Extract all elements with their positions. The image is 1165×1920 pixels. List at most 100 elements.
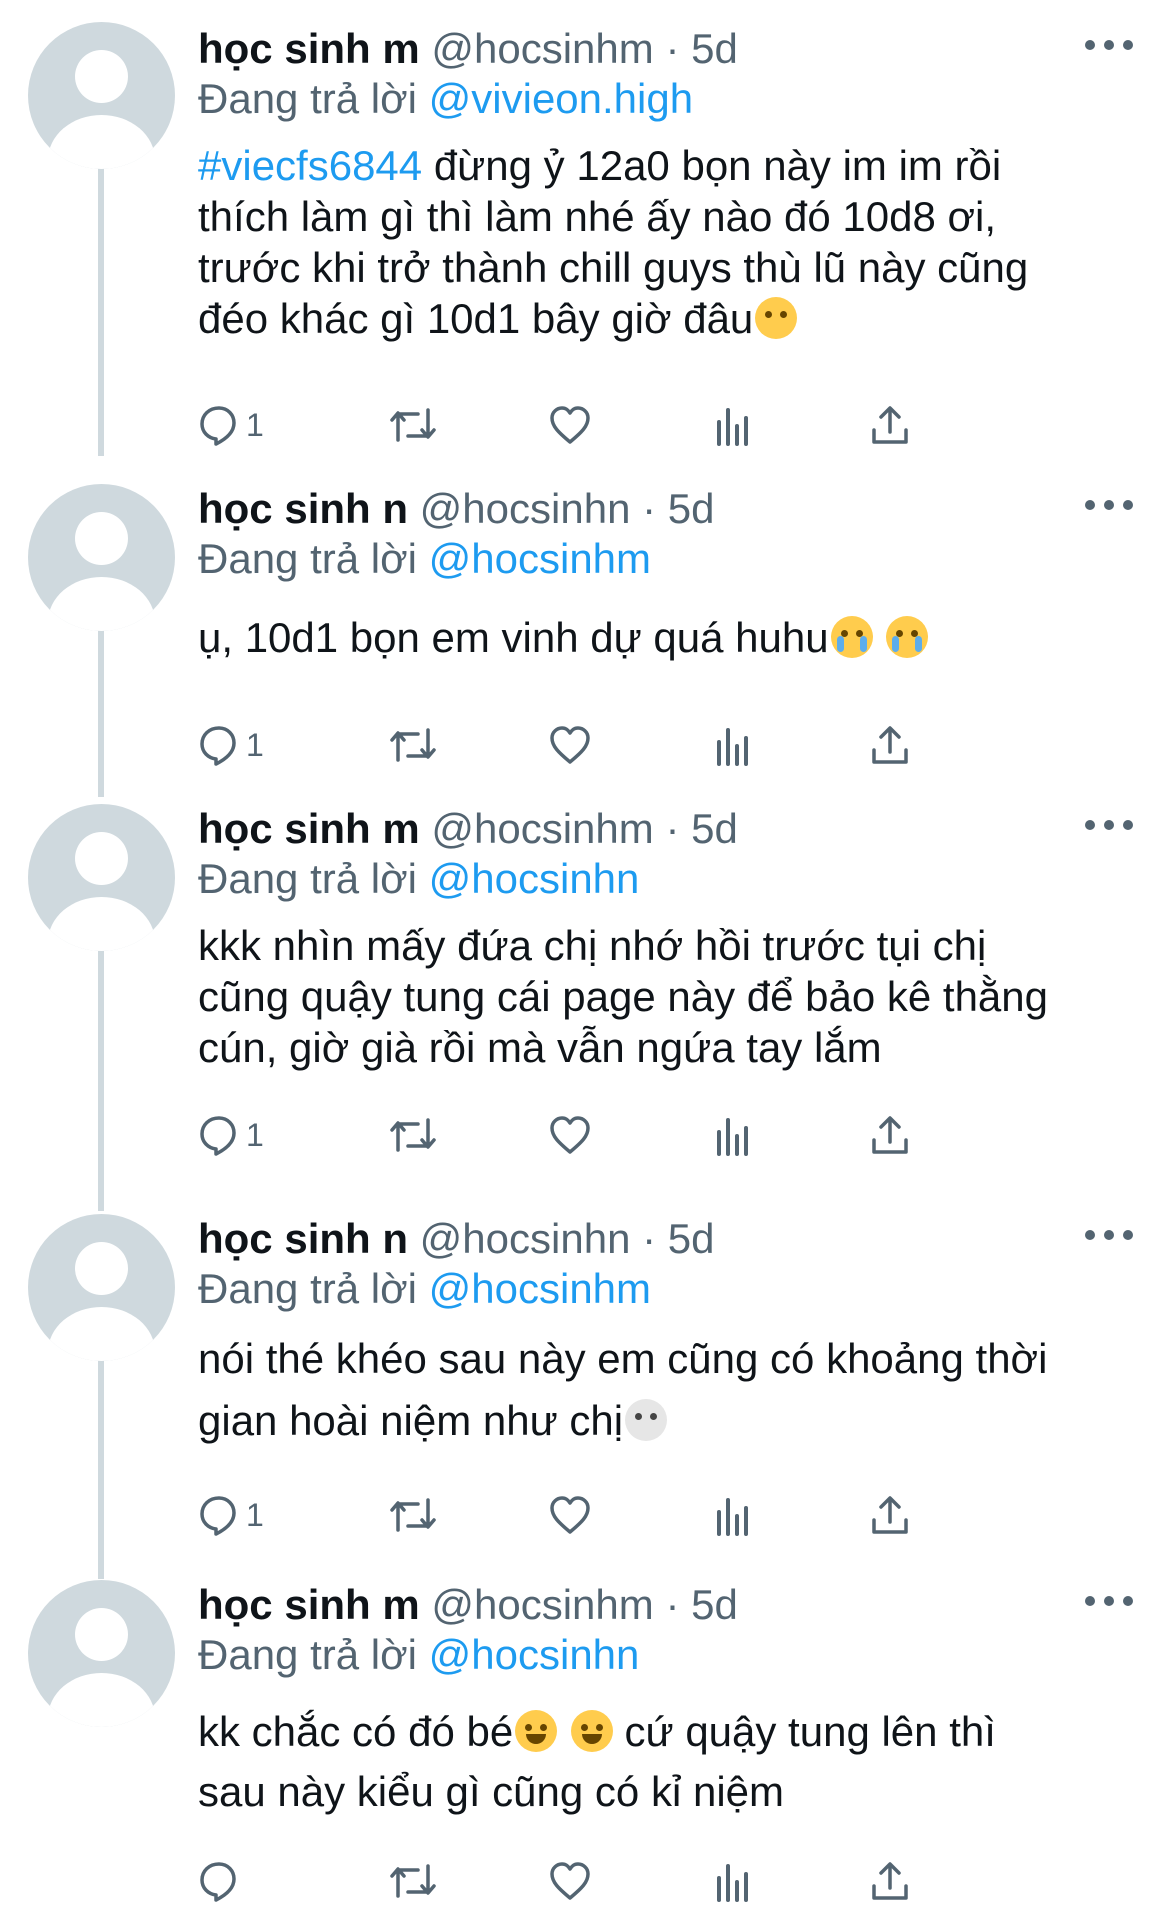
- reply-context: Đang trả lời @hocsinhn: [198, 1630, 639, 1680]
- tweet[interactable]: học sinh m @hocsinhm · 5d Đang trả lời @…: [0, 792, 1165, 1192]
- like-icon: [550, 726, 590, 764]
- analytics-button[interactable]: [713, 400, 753, 450]
- analytics-icon: [717, 1118, 748, 1156]
- display-name[interactable]: học sinh m: [198, 1581, 420, 1628]
- reply-button[interactable]: 1: [198, 1490, 264, 1540]
- display-name[interactable]: học sinh m: [198, 805, 420, 852]
- retweet-button[interactable]: [388, 720, 438, 770]
- tweet-text: #viecfs6844 đừng ỷ 12a0 bọn này im im rồ…: [198, 142, 1029, 342]
- share-button[interactable]: [870, 400, 910, 450]
- reply-mention[interactable]: @hocsinhn: [429, 1631, 640, 1678]
- tweet-actions: [198, 1856, 1038, 1906]
- share-icon: [872, 1862, 908, 1900]
- reply-mention[interactable]: @hocsinhm: [429, 535, 651, 582]
- timestamp[interactable]: · 5d: [665, 805, 737, 852]
- share-icon: [872, 1116, 908, 1154]
- share-button[interactable]: [870, 1490, 910, 1540]
- retweet-button[interactable]: [388, 1110, 438, 1160]
- share-icon: [872, 406, 908, 444]
- reply-button[interactable]: 1: [198, 1110, 264, 1160]
- display-name[interactable]: học sinh n: [198, 485, 408, 532]
- tweet[interactable]: học sinh n @hocsinhn · 5d Đang trả lời @…: [0, 1192, 1165, 1562]
- like-icon: [550, 1116, 590, 1154]
- tweet[interactable]: học sinh m @hocsinhm · 5d Đang trả lời @…: [0, 22, 1165, 462]
- like-button[interactable]: [548, 400, 592, 450]
- user-handle[interactable]: @hocsinhn: [420, 1215, 631, 1262]
- reply-button[interactable]: [198, 1856, 246, 1906]
- retweet-button[interactable]: [388, 1490, 438, 1540]
- reply-context: Đang trả lời @vivieon.high: [198, 74, 693, 124]
- more-icon[interactable]: [1085, 40, 1133, 54]
- analytics-button[interactable]: [713, 720, 753, 770]
- reply-prefix: Đang trả lời: [198, 1631, 417, 1678]
- reply-button[interactable]: 1: [198, 720, 264, 770]
- reply-context: Đang trả lời @hocsinhn: [198, 854, 639, 904]
- share-button[interactable]: [870, 1856, 910, 1906]
- tweet-header: học sinh n @hocsinhn · 5d: [198, 1214, 714, 1264]
- display-name[interactable]: học sinh m: [198, 25, 420, 72]
- retweet-icon: [390, 1864, 436, 1898]
- more-icon[interactable]: [1085, 820, 1133, 834]
- analytics-button[interactable]: [713, 1490, 753, 1540]
- share-button[interactable]: [870, 720, 910, 770]
- tweet-header: học sinh m @hocsinhm · 5d: [198, 804, 738, 854]
- tweet-actions: 1: [198, 400, 1038, 450]
- loudly-crying-face-emoji: [830, 616, 873, 658]
- like-button[interactable]: [548, 1110, 592, 1160]
- more-icon[interactable]: [1085, 500, 1133, 514]
- timestamp[interactable]: · 5d: [665, 25, 737, 72]
- user-handle[interactable]: @hocsinhm: [431, 805, 653, 852]
- retweet-button[interactable]: [388, 400, 438, 450]
- reply-icon: [200, 1496, 236, 1536]
- reply-prefix: Đang trả lời: [198, 855, 417, 902]
- reply-icon: [200, 406, 236, 446]
- retweet-button[interactable]: [388, 1856, 438, 1906]
- hashtag-link[interactable]: #viecfs6844: [198, 142, 422, 189]
- reply-icon: [200, 1862, 236, 1902]
- user-handle[interactable]: @hocsinhm: [431, 1581, 653, 1628]
- face-with-tears-of-joy-emoji: [515, 1710, 558, 1752]
- user-handle[interactable]: @hocsinhn: [420, 485, 631, 532]
- share-button[interactable]: [870, 1110, 910, 1160]
- tweet-actions: 1: [198, 1490, 1038, 1540]
- analytics-icon: [717, 728, 748, 766]
- tweet-header: học sinh n @hocsinhn · 5d: [198, 484, 714, 534]
- timestamp[interactable]: · 5d: [642, 485, 714, 532]
- like-button[interactable]: [548, 720, 592, 770]
- avatar[interactable]: [28, 22, 175, 169]
- reply-count: 1: [246, 406, 264, 443]
- tweet-text: kkk nhìn mấy đứa chị nhớ hồi trước tụi c…: [198, 922, 1049, 1071]
- more-icon[interactable]: [1085, 1596, 1133, 1610]
- more-icon[interactable]: [1085, 1230, 1133, 1244]
- tweet[interactable]: học sinh m @hocsinhm · 5d Đang trả lời @…: [0, 1562, 1165, 1920]
- persevering-face-emoji: [755, 297, 798, 339]
- tweet-header: học sinh m @hocsinhm · 5d: [198, 1580, 738, 1630]
- like-button[interactable]: [548, 1856, 592, 1906]
- retweet-icon: [390, 1498, 436, 1532]
- tweet-actions: 1: [198, 720, 1038, 770]
- avatar[interactable]: [28, 484, 175, 631]
- tweet-text: nói thé khéo sau này em cũng có khoảng t…: [198, 1335, 1048, 1444]
- reply-prefix: Đang trả lời: [198, 1265, 417, 1312]
- avatar[interactable]: [28, 804, 175, 951]
- reply-mention[interactable]: @vivieon.high: [429, 75, 693, 122]
- tweet[interactable]: học sinh n @hocsinhn · 5d Đang trả lời @…: [0, 462, 1165, 792]
- reply-context: Đang trả lời @hocsinhm: [198, 534, 651, 584]
- analytics-icon: [717, 1498, 748, 1536]
- reply-mention[interactable]: @hocsinhm: [429, 1265, 651, 1312]
- reply-mention[interactable]: @hocsinhn: [429, 855, 640, 902]
- timestamp[interactable]: · 5d: [642, 1215, 714, 1262]
- timestamp[interactable]: · 5d: [665, 1581, 737, 1628]
- user-handle[interactable]: @hocsinhm: [431, 25, 653, 72]
- display-name[interactable]: học sinh n: [198, 1215, 408, 1262]
- reply-icon: [200, 1116, 236, 1156]
- avatar[interactable]: [28, 1580, 175, 1727]
- reply-button[interactable]: 1: [198, 400, 264, 450]
- reply-icon: [200, 726, 236, 766]
- like-button[interactable]: [548, 1490, 592, 1540]
- avatar[interactable]: [28, 1214, 175, 1361]
- analytics-button[interactable]: [713, 1110, 753, 1160]
- face-with-tears-of-joy-emoji: [570, 1710, 613, 1752]
- analytics-button[interactable]: [713, 1856, 753, 1906]
- like-icon: [550, 406, 590, 444]
